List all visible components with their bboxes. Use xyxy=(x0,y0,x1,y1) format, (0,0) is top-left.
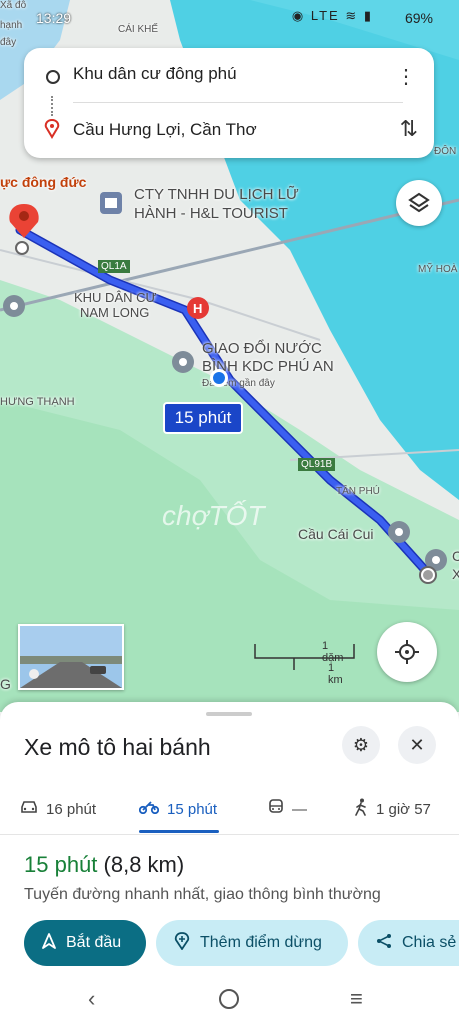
map-view[interactable]: 13:29 ◉ LTE ≋ ▮ 69% Xã đô hạnh đây CÁI K… xyxy=(0,0,459,712)
crosshair-icon xyxy=(395,640,419,664)
add-stop-button[interactable]: Thêm điểm dừng xyxy=(156,920,348,966)
poi-icon[interactable] xyxy=(100,192,122,214)
poi-icon[interactable] xyxy=(3,295,25,317)
travel-mode-tabs: 16 phút 15 phút — 1 giờ 57 xyxy=(0,782,459,835)
directions-card: Khu dân cư đông phú ⋮ Cầu Hưng Lợi, Cần … xyxy=(24,48,434,158)
origin-field[interactable]: Khu dân cư đông phú xyxy=(73,64,237,84)
transit-icon xyxy=(268,799,284,819)
tab-transit[interactable]: — xyxy=(268,794,307,824)
tab-label: 15 phút xyxy=(167,800,218,818)
poi-icon[interactable] xyxy=(388,521,410,543)
active-tab-indicator xyxy=(139,830,219,833)
tab-car[interactable]: 16 phút xyxy=(20,794,96,824)
destination-row[interactable]: Cầu Hưng Lợi, Cần Thơ xyxy=(24,106,434,154)
eta-distance: (8,8 km) xyxy=(103,852,185,877)
route-end-icon xyxy=(419,566,437,584)
divider xyxy=(73,102,403,103)
scale-miles: 1 dặm xyxy=(322,640,344,664)
travel-mode-title: Xe mô tô hai bánh xyxy=(24,734,211,760)
share-label: Chia sẻ xyxy=(402,934,457,951)
walk-icon xyxy=(354,798,368,820)
scale-km: 1 km xyxy=(328,662,343,686)
route-description: Tuyến đường nhanh nhất, giao thông bình … xyxy=(24,886,381,903)
route-summary: 15 phút (8,8 km) xyxy=(24,852,184,878)
current-location-icon xyxy=(210,369,228,387)
hospital-icon[interactable]: H xyxy=(187,297,209,319)
tab-label: — xyxy=(292,800,307,818)
share-icon xyxy=(376,933,392,954)
poi-icon[interactable] xyxy=(172,351,194,373)
tab-walk[interactable]: 1 giờ 57 xyxy=(354,794,431,824)
add-stop-label: Thêm điểm dừng xyxy=(200,934,322,951)
layers-icon xyxy=(408,192,430,213)
destination-pin-icon[interactable] xyxy=(9,204,39,255)
close-icon: ✕ xyxy=(409,734,425,755)
street-view-thumbnail[interactable] xyxy=(18,624,124,690)
share-button[interactable]: Chia sẻ xyxy=(358,920,459,966)
swap-icon[interactable]: ⇅ xyxy=(400,116,418,142)
start-label: Bắt đầu xyxy=(66,934,122,951)
tab-label: 1 giờ 57 xyxy=(376,800,431,818)
tab-motorcycle[interactable]: 15 phút xyxy=(138,794,218,824)
route-options-button[interactable]: ⚙ xyxy=(342,726,380,764)
sliders-icon: ⚙ xyxy=(352,734,370,755)
drag-handle[interactable] xyxy=(206,712,252,716)
recents-icon[interactable]: ≡ xyxy=(350,986,363,1012)
destination-field[interactable]: Cầu Hưng Lợi, Cần Thơ xyxy=(73,120,257,140)
origin-row[interactable]: Khu dân cư đông phú ⋮ xyxy=(24,50,434,98)
close-button[interactable]: ✕ xyxy=(398,726,436,764)
my-location-button[interactable] xyxy=(377,622,437,682)
tab-label: 16 phút xyxy=(46,800,97,818)
layers-button[interactable] xyxy=(396,180,442,226)
add-location-icon xyxy=(174,931,190,955)
motorcycle-icon xyxy=(138,800,160,818)
car-icon xyxy=(20,800,38,818)
origin-icon xyxy=(46,70,60,84)
route-time-bubble[interactable]: 15 phút xyxy=(163,402,243,434)
home-icon[interactable] xyxy=(218,988,240,1016)
more-options-icon[interactable]: ⋮ xyxy=(396,64,416,89)
navigation-icon xyxy=(42,932,56,954)
start-button[interactable]: Bắt đầu xyxy=(24,920,146,966)
svg-text:H: H xyxy=(193,301,202,316)
back-icon[interactable]: ‹ xyxy=(88,986,95,1012)
destination-pin-icon xyxy=(44,118,60,144)
system-nav-bar: ‹ ≡ xyxy=(0,980,459,1024)
eta-time: 15 phút xyxy=(24,852,98,877)
bottom-sheet: Xe mô tô hai bánh ⚙ ✕ 16 phút 15 phút — … xyxy=(0,702,459,1024)
